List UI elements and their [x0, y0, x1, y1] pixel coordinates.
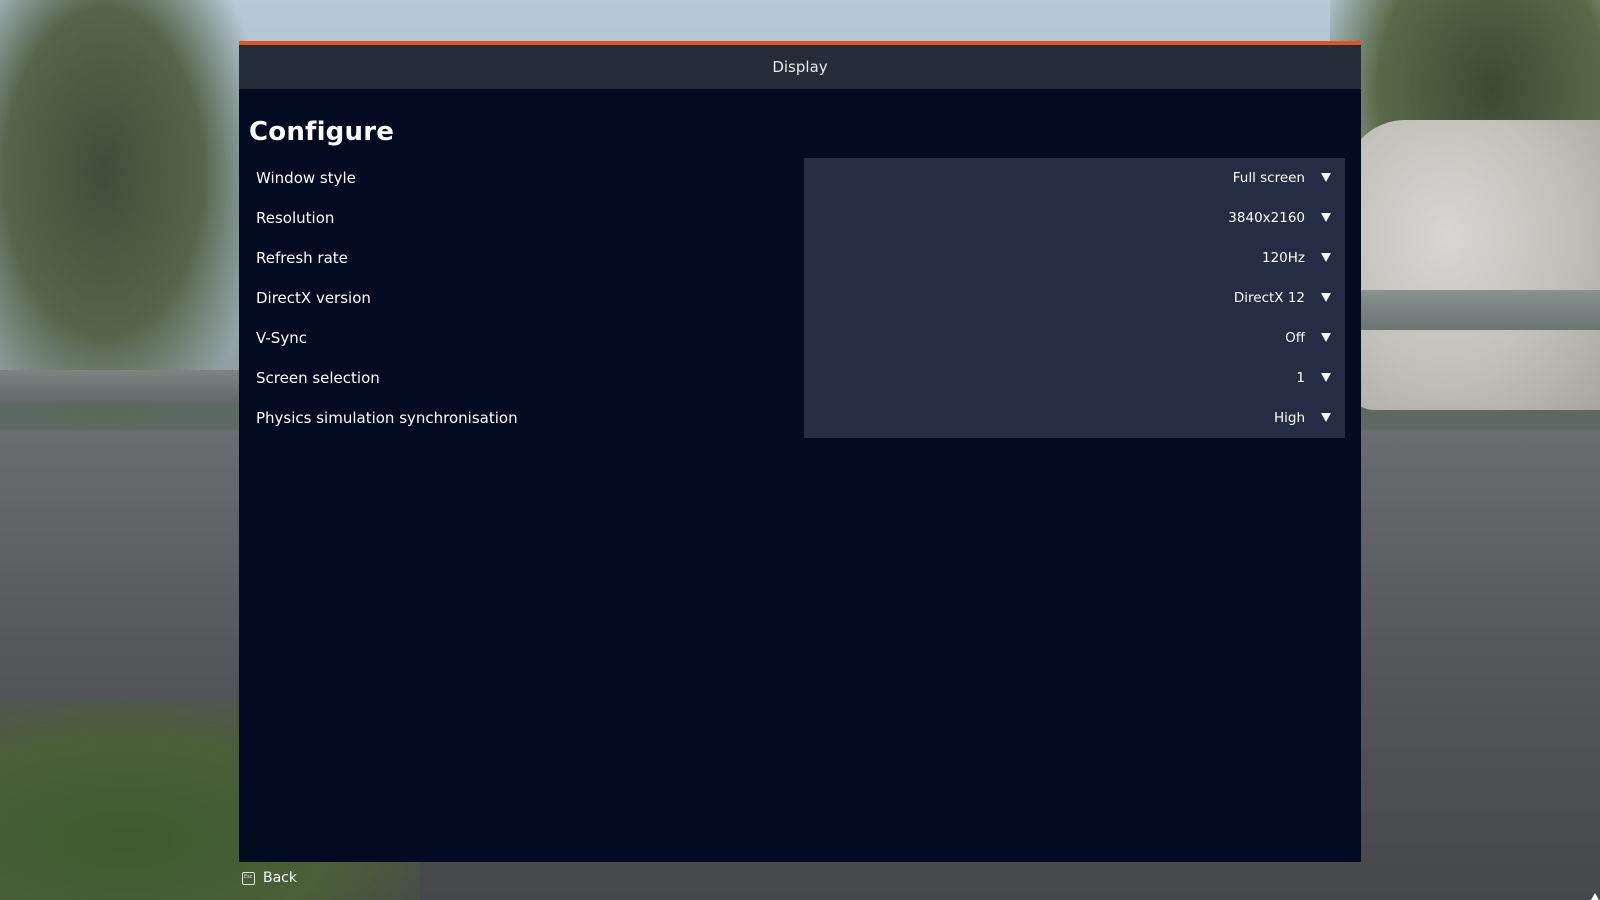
setting-row-refresh-rate: Refresh rate 120Hz [239, 238, 1345, 278]
dropdown-value: 120Hz [1261, 250, 1305, 266]
back-label: Back [263, 870, 297, 886]
chevron-down-icon [1321, 413, 1331, 422]
back-button[interactable]: Esc Back [242, 868, 297, 888]
settings-list: Window style Full screen Resolution 3840x21… [239, 158, 1345, 438]
setting-label: Screen selection [256, 369, 380, 387]
chevron-down-icon [1321, 333, 1331, 342]
setting-label: Refresh rate [256, 249, 348, 267]
dropdown-value: Off [1285, 330, 1305, 346]
section-title: Configure [249, 117, 395, 147]
display-settings-panel: Display Configure Window style Full scree… [239, 41, 1361, 862]
setting-row-v-sync: V-Sync Off [239, 318, 1345, 358]
background-rock [1345, 120, 1600, 410]
chevron-down-icon [1321, 173, 1331, 182]
setting-row-window-style: Window style Full screen [239, 158, 1345, 198]
background-guardrail-left [0, 370, 240, 406]
setting-row-screen-selection: Screen selection 1 [239, 358, 1345, 398]
dropdown-physics-simulation-synchronisation[interactable]: High [804, 398, 1345, 438]
chevron-down-icon [1321, 213, 1331, 222]
panel-header: Display [239, 45, 1361, 89]
dropdown-value: 3840x2160 [1228, 210, 1305, 226]
dropdown-v-sync[interactable]: Off [804, 318, 1345, 358]
mouse-cursor-icon [1591, 893, 1599, 900]
setting-label: Physics simulation synchronisation [256, 409, 518, 427]
esc-key-icon: Esc [242, 871, 255, 885]
dropdown-value: High [1273, 410, 1305, 426]
setting-label: Resolution [256, 209, 335, 227]
dropdown-refresh-rate[interactable]: 120Hz [804, 238, 1345, 278]
chevron-down-icon [1321, 293, 1331, 302]
dropdown-value: DirectX 12 [1233, 290, 1305, 306]
chevron-down-icon [1321, 253, 1331, 262]
dropdown-value: Full screen [1232, 170, 1305, 186]
dropdown-directx-version[interactable]: DirectX 12 [804, 278, 1345, 318]
setting-row-resolution: Resolution 3840x2160 [239, 198, 1345, 238]
background-guardrail-right [1340, 290, 1600, 330]
dropdown-window-style[interactable]: Full screen [804, 158, 1345, 198]
dropdown-resolution[interactable]: 3840x2160 [804, 198, 1345, 238]
dropdown-screen-selection[interactable]: 1 [804, 358, 1345, 398]
setting-label: DirectX version [256, 289, 371, 307]
setting-row-directx-version: DirectX version DirectX 12 [239, 278, 1345, 318]
setting-row-physics-simulation-synchronisation: Physics simulation synchronisation High [239, 398, 1345, 438]
setting-label: Window style [256, 169, 356, 187]
panel-title: Display [772, 58, 828, 76]
dropdown-value: 1 [1296, 370, 1305, 386]
background-trees-left [0, 0, 260, 430]
setting-label: V-Sync [256, 329, 307, 347]
chevron-down-icon [1321, 373, 1331, 382]
